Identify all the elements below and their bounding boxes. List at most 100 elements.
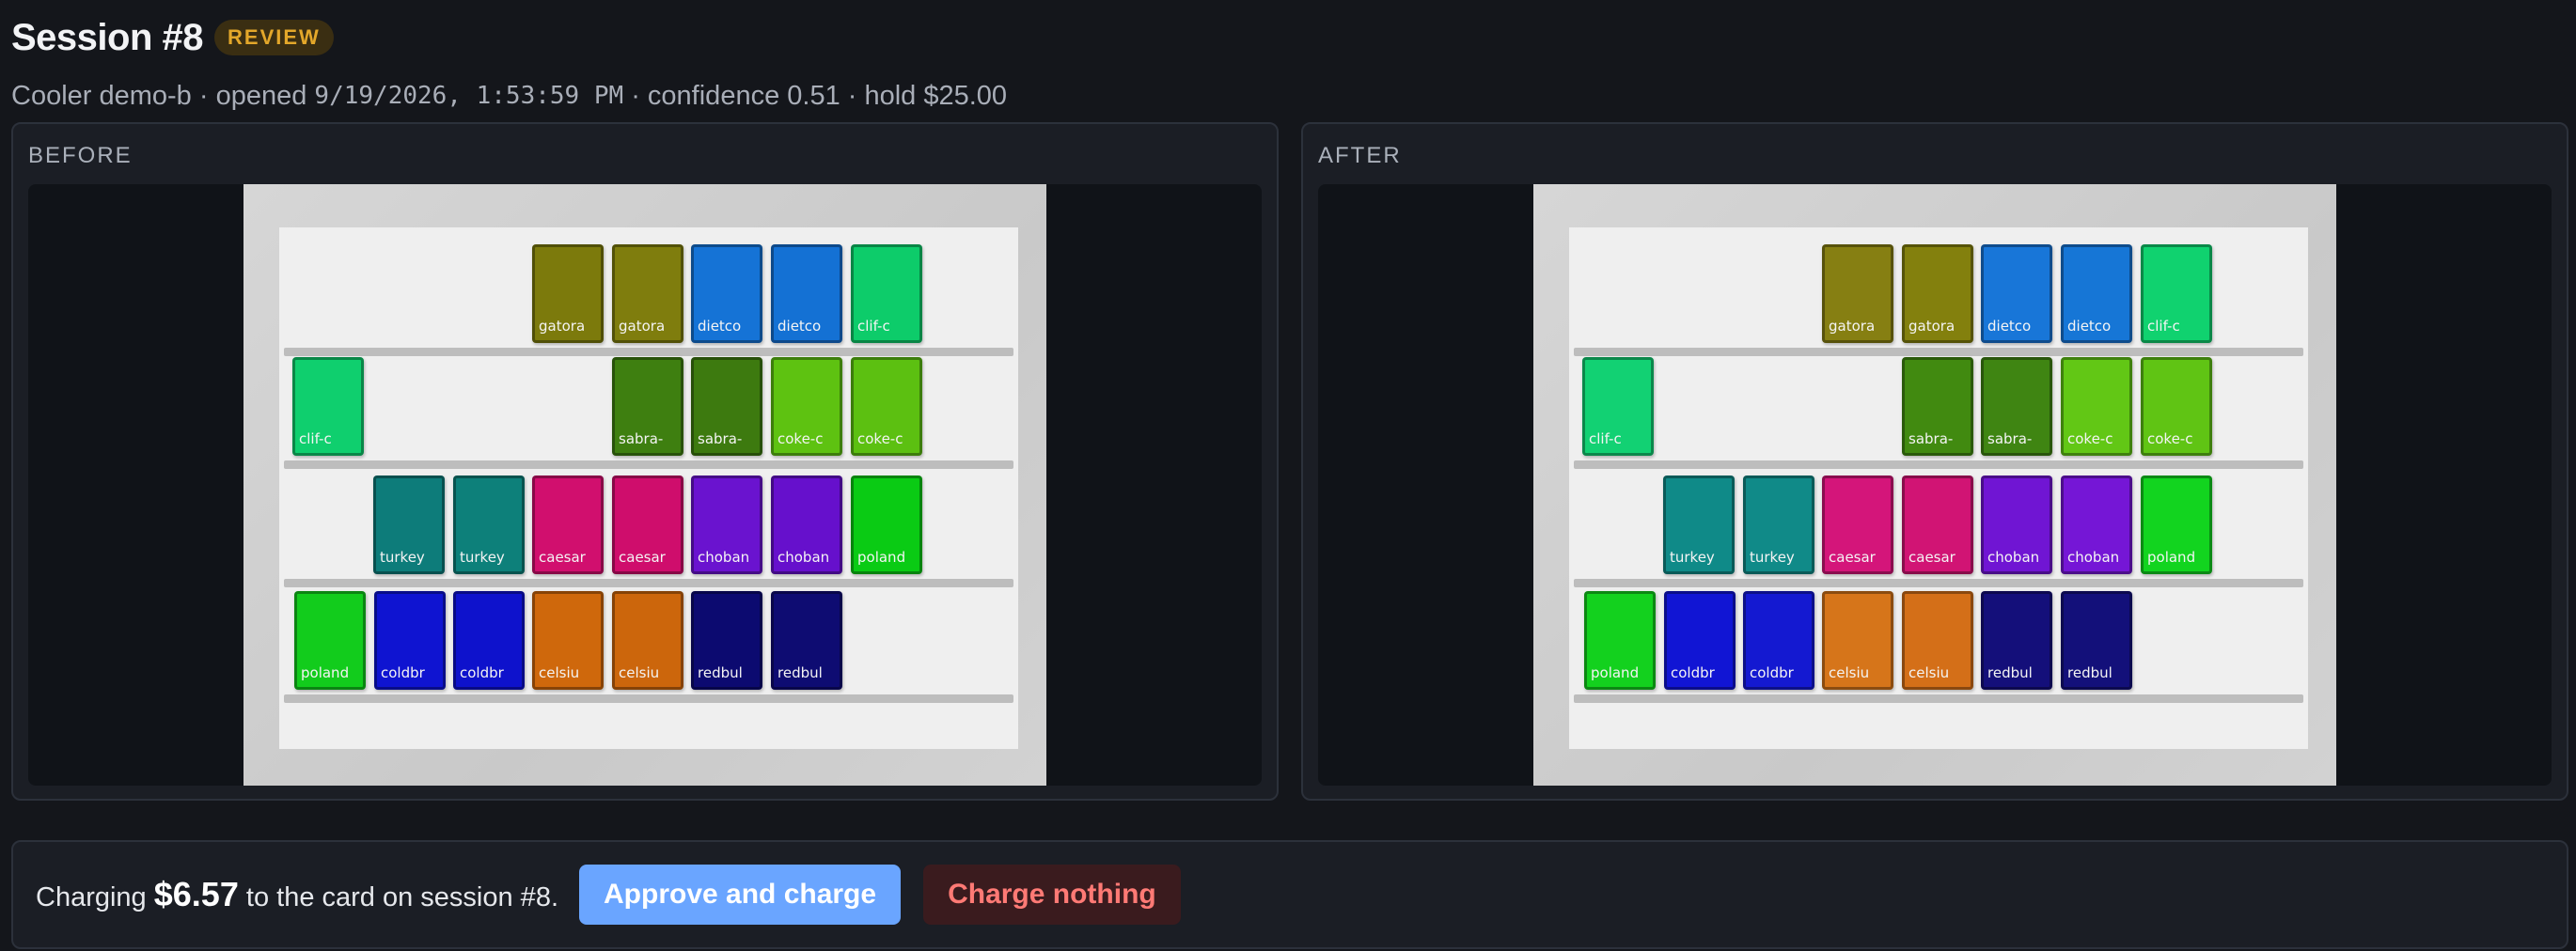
product-can: coke-c <box>771 357 842 456</box>
product-label: redbul <box>698 664 743 681</box>
product-label: turkey <box>1750 549 1795 566</box>
shelf-4 <box>284 694 1013 703</box>
product-label: choban <box>778 549 830 566</box>
product-label: caesar <box>1908 549 1956 566</box>
product-label: coke-c <box>2147 430 2193 447</box>
product-label: gatora <box>539 318 586 335</box>
product-can: coldbr <box>1664 591 1736 690</box>
product-label: celsiu <box>619 664 660 681</box>
product-label: poland <box>1591 664 1640 681</box>
product-label: coldbr <box>1750 664 1794 681</box>
title-row: Session #8 REVIEW <box>11 11 2565 64</box>
product-label: caesar <box>1829 549 1876 566</box>
product-can: poland <box>851 476 922 574</box>
product-label: coldbr <box>1671 664 1715 681</box>
product-can: clif-c <box>851 244 922 343</box>
product-can: coldbr <box>374 591 446 690</box>
product-can: clif-c <box>1582 357 1654 456</box>
product-label: sabra- <box>619 430 664 447</box>
product-label: redbul <box>2067 664 2113 681</box>
product-label: poland <box>301 664 350 681</box>
product-can: dietco <box>2061 244 2132 343</box>
before-cooler-interior: gatora gatora dietco dietco clif-c clif-c sabr… <box>279 227 1018 749</box>
meta-suffix: · confidence 0.51 · hold $25.00 <box>623 80 1008 111</box>
product-can: poland <box>2141 476 2212 574</box>
product-label: redbul <box>1987 664 2033 681</box>
product-can: sabra- <box>612 357 683 456</box>
product-label: coldbr <box>460 664 504 681</box>
after-label: AFTER <box>1318 143 1402 168</box>
session-header: Session #8 REVIEW Cooler demo-b · opened… <box>11 11 2565 115</box>
product-can: turkey <box>1743 476 1814 574</box>
opened-timestamp: 9/19/2026, 1:53:59 PM <box>314 82 624 110</box>
product-can: celsiu <box>1822 591 1893 690</box>
product-can: caesar <box>1902 476 1973 574</box>
meta-prefix: Cooler demo-b · opened <box>11 80 315 111</box>
after-panel: AFTER gatora gatora dietco dietco clif-c clif… <box>1301 122 2568 801</box>
charge-summary: Charging $6.57 to the card on session #8… <box>36 875 558 914</box>
charge-prefix: Charging <box>36 882 154 912</box>
product-can: sabra- <box>1902 357 1973 456</box>
shelf-3 <box>1574 579 2303 587</box>
product-can: gatora <box>1902 244 1973 343</box>
page-title: Session #8 <box>11 16 204 58</box>
product-label: gatora <box>619 318 666 335</box>
product-label: clif-c <box>857 318 890 335</box>
product-can: turkey <box>453 476 525 574</box>
product-label: dietco <box>1987 318 2032 335</box>
product-label: caesar <box>539 549 586 566</box>
shelf-1 <box>1574 348 2303 356</box>
product-can: caesar <box>532 476 604 574</box>
product-label: choban <box>2067 549 2120 566</box>
product-can: dietco <box>771 244 842 343</box>
charge-suffix: to the card on session #8. <box>238 882 558 912</box>
product-can: poland <box>294 591 366 690</box>
shelf-1 <box>284 348 1013 356</box>
product-label: turkey <box>1670 549 1715 566</box>
product-can: turkey <box>1663 476 1735 574</box>
after-cooler-interior: gatora gatora dietco dietco clif-c clif-c sabr… <box>1569 227 2308 749</box>
product-can: coke-c <box>2061 357 2132 456</box>
charge-amount: $6.57 <box>153 875 239 913</box>
product-can: redbul <box>1981 591 2052 690</box>
product-label: sabra- <box>1908 430 1954 447</box>
product-can: coldbr <box>1743 591 1814 690</box>
product-can: coke-c <box>2141 357 2212 456</box>
after-cooler-image: gatora gatora dietco dietco clif-c clif-c sabr… <box>1533 184 2336 786</box>
before-cooler-image: gatora gatora dietco dietco clif-c clif-c sabr… <box>243 184 1046 786</box>
product-can: turkey <box>373 476 445 574</box>
product-can: celsiu <box>1902 591 1973 690</box>
product-can: clif-c <box>2141 244 2212 343</box>
shelf-4 <box>1574 694 2303 703</box>
product-label: poland <box>857 549 906 566</box>
product-label: coke-c <box>778 430 824 447</box>
product-can: celsiu <box>612 591 683 690</box>
status-badge: REVIEW <box>214 20 334 55</box>
approve-and-charge-button[interactable]: Approve and charge <box>579 865 902 925</box>
product-can: clif-c <box>292 357 364 456</box>
shelf-2 <box>1574 460 2303 469</box>
charge-action-bar: Charging $6.57 to the card on session #8… <box>11 840 2568 949</box>
product-label: redbul <box>778 664 823 681</box>
product-label: sabra- <box>698 430 743 447</box>
shelf-3 <box>284 579 1013 587</box>
product-label: gatora <box>1829 318 1876 335</box>
before-panel: BEFORE gatora gatora dietco dietco clif-c cli… <box>11 122 1279 801</box>
charge-nothing-button[interactable]: Charge nothing <box>923 865 1181 925</box>
product-can: redbul <box>2061 591 2132 690</box>
session-meta: Cooler demo-b · opened 9/19/2026, 1:53:5… <box>11 77 2565 115</box>
product-can: poland <box>1584 591 1656 690</box>
product-can: sabra- <box>691 357 762 456</box>
product-can: choban <box>691 476 762 574</box>
before-label: BEFORE <box>28 143 133 168</box>
product-label: poland <box>2147 549 2196 566</box>
product-label: coldbr <box>381 664 425 681</box>
product-can: coke-c <box>851 357 922 456</box>
product-label: dietco <box>2067 318 2112 335</box>
product-can: sabra- <box>1981 357 2052 456</box>
product-label: coke-c <box>2067 430 2113 447</box>
after-image-viewport: gatora gatora dietco dietco clif-c clif-c sabr… <box>1318 184 2552 786</box>
product-can: choban <box>1981 476 2052 574</box>
product-can: caesar <box>612 476 683 574</box>
product-label: celsiu <box>1829 664 1870 681</box>
